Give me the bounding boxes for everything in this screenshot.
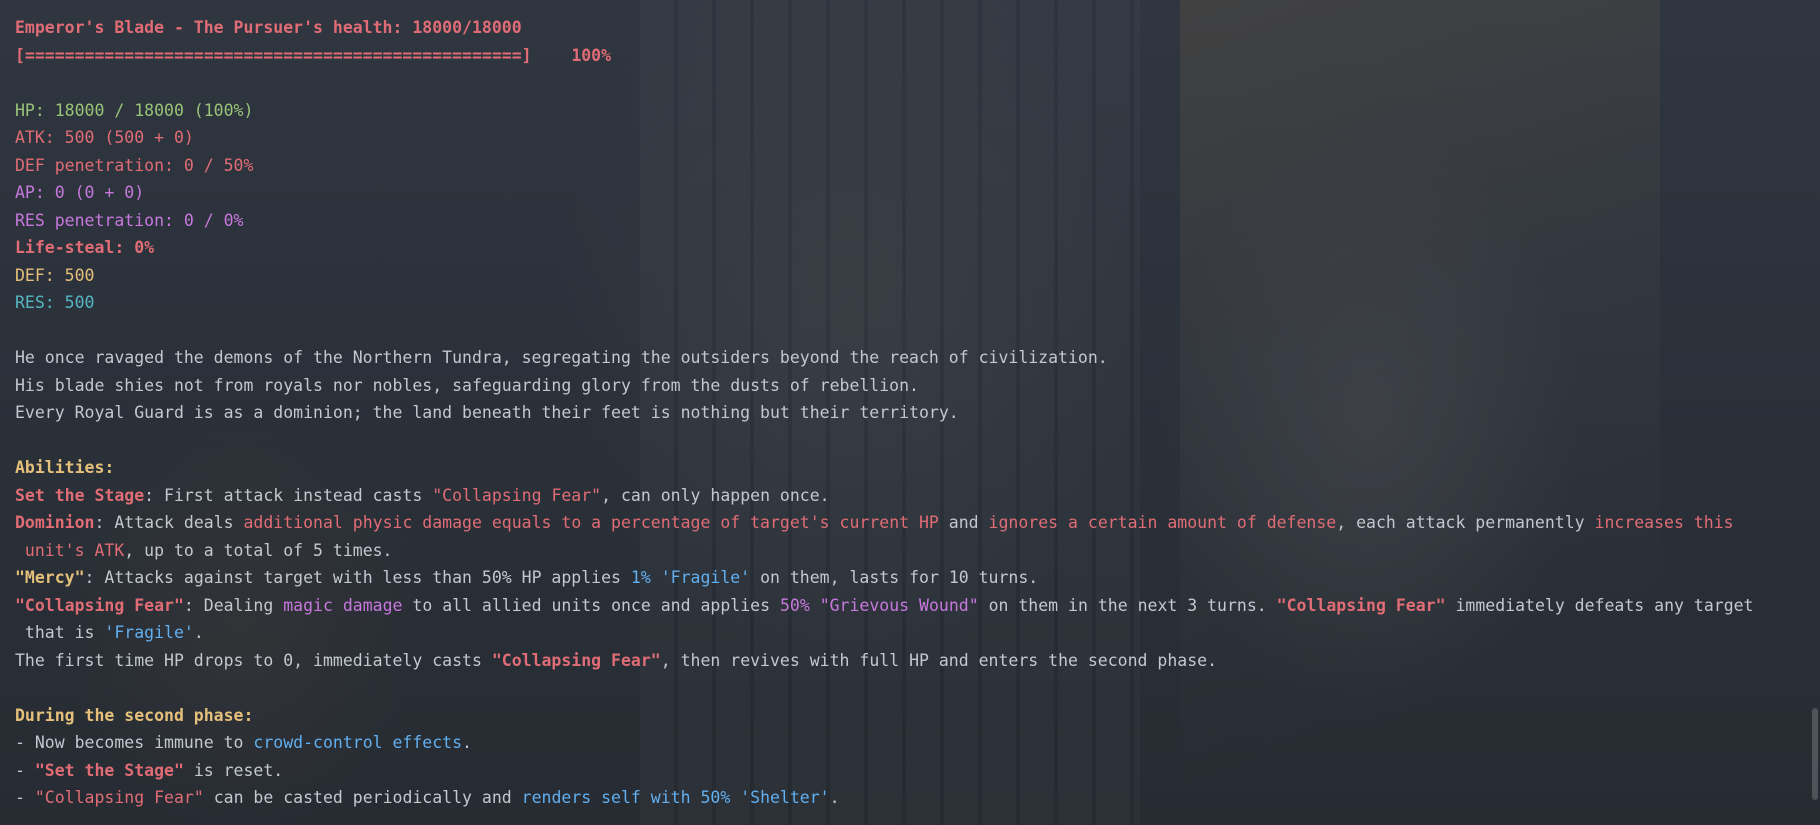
keyword-physic-damage: additional physic damage equals to a per… (243, 513, 939, 532)
health-bar: [=======================================… (15, 42, 1795, 70)
second-phase-item: - "Collapsing Fear" can be casted period… (15, 788, 840, 807)
stat-res-penetration: RES penetration: 0 / 0% (15, 210, 244, 230)
keyword-ignores-defense: ignores a certain amount of defense (988, 513, 1337, 532)
stat-res: RES: 500 (15, 293, 95, 312)
ability-name: "Mercy" (15, 568, 85, 587)
second-phase-heading: During the second phase: (15, 705, 254, 725)
ability-collapsing-fear-cont: that is 'Fragile'. (15, 623, 204, 642)
keyword-collapsing-fear: "Collapsing Fear" (491, 650, 661, 670)
vertical-scrollbar[interactable] (1810, 0, 1820, 825)
stat-def-penetration: DEF penetration: 0 / 50% (15, 155, 254, 175)
lore-line: He once ravaged the demons of the Northe… (15, 348, 1108, 367)
console-output: Emperor's Blade - The Pursuer's health: … (15, 14, 1795, 814)
ability-mercy: "Mercy": Attacks against target with les… (15, 568, 1039, 587)
keyword-shelter: renders self with 50% 'Shelter' (521, 788, 830, 807)
health-bar-track: [=======================================… (15, 45, 532, 65)
ability-collapsing-fear: "Collapsing Fear": Dealing magic damage … (15, 595, 1754, 615)
ability-dominion-cont: unit's ATK, up to a total of 5 times. (15, 540, 393, 560)
keyword-set-the-stage: "Set the Stage" (34, 760, 184, 780)
boss-health-title: Emperor's Blade - The Pursuer's health: … (15, 18, 522, 37)
stat-life-steal: Life-steal: 0% (15, 238, 155, 257)
keyword-crowd-control: crowd-control effects (253, 733, 463, 752)
health-bar-percent: 100% (571, 45, 612, 65)
lore-line: His blade shies not from royals nor nobl… (15, 375, 919, 395)
keyword-magic-damage: magic damage (283, 595, 403, 615)
keyword-collapsing-fear: "Collapsing Fear" (432, 485, 602, 505)
ability-name: "Collapsing Fear" (15, 595, 184, 615)
stat-hp: HP: 18000 / 18000 (100%) (15, 100, 254, 120)
keyword-collapsing-fear: "Collapsing Fear" (34, 788, 204, 807)
ability-name: Set the Stage (15, 485, 145, 505)
second-phase-item: - Now becomes immune to crowd-control ef… (15, 733, 472, 752)
ability-name: Dominion (15, 513, 95, 532)
second-phase-item: - "Set the Stage" is reset. (15, 760, 284, 780)
keyword-collapsing-fear: "Collapsing Fear" (1276, 595, 1446, 615)
keyword-grievous-wound: 50% "Grievous Wound" (779, 595, 979, 615)
lore-line: Every Royal Guard is as a dominion; the … (15, 403, 959, 422)
stat-def: DEF: 500 (15, 265, 95, 285)
stat-ap: AP: 0 (0 + 0) (15, 183, 145, 202)
scrollbar-thumb[interactable] (1812, 708, 1818, 800)
abilities-heading: Abilities: (15, 458, 115, 477)
ability-first-death: The first time HP drops to 0, immediatel… (15, 650, 1218, 670)
keyword-increases-atk-cont: unit's ATK (15, 540, 125, 560)
ability-set-the-stage: Set the Stage: First attack instead cast… (15, 485, 830, 505)
ability-dominion: Dominion: Attack deals additional physic… (15, 513, 1734, 532)
keyword-fragile: 1% 'Fragile' (630, 568, 751, 587)
stat-atk: ATK: 500 (500 + 0) (15, 128, 194, 147)
keyword-increases-atk: increases this (1594, 513, 1734, 532)
keyword-fragile: 'Fragile' (104, 623, 194, 642)
